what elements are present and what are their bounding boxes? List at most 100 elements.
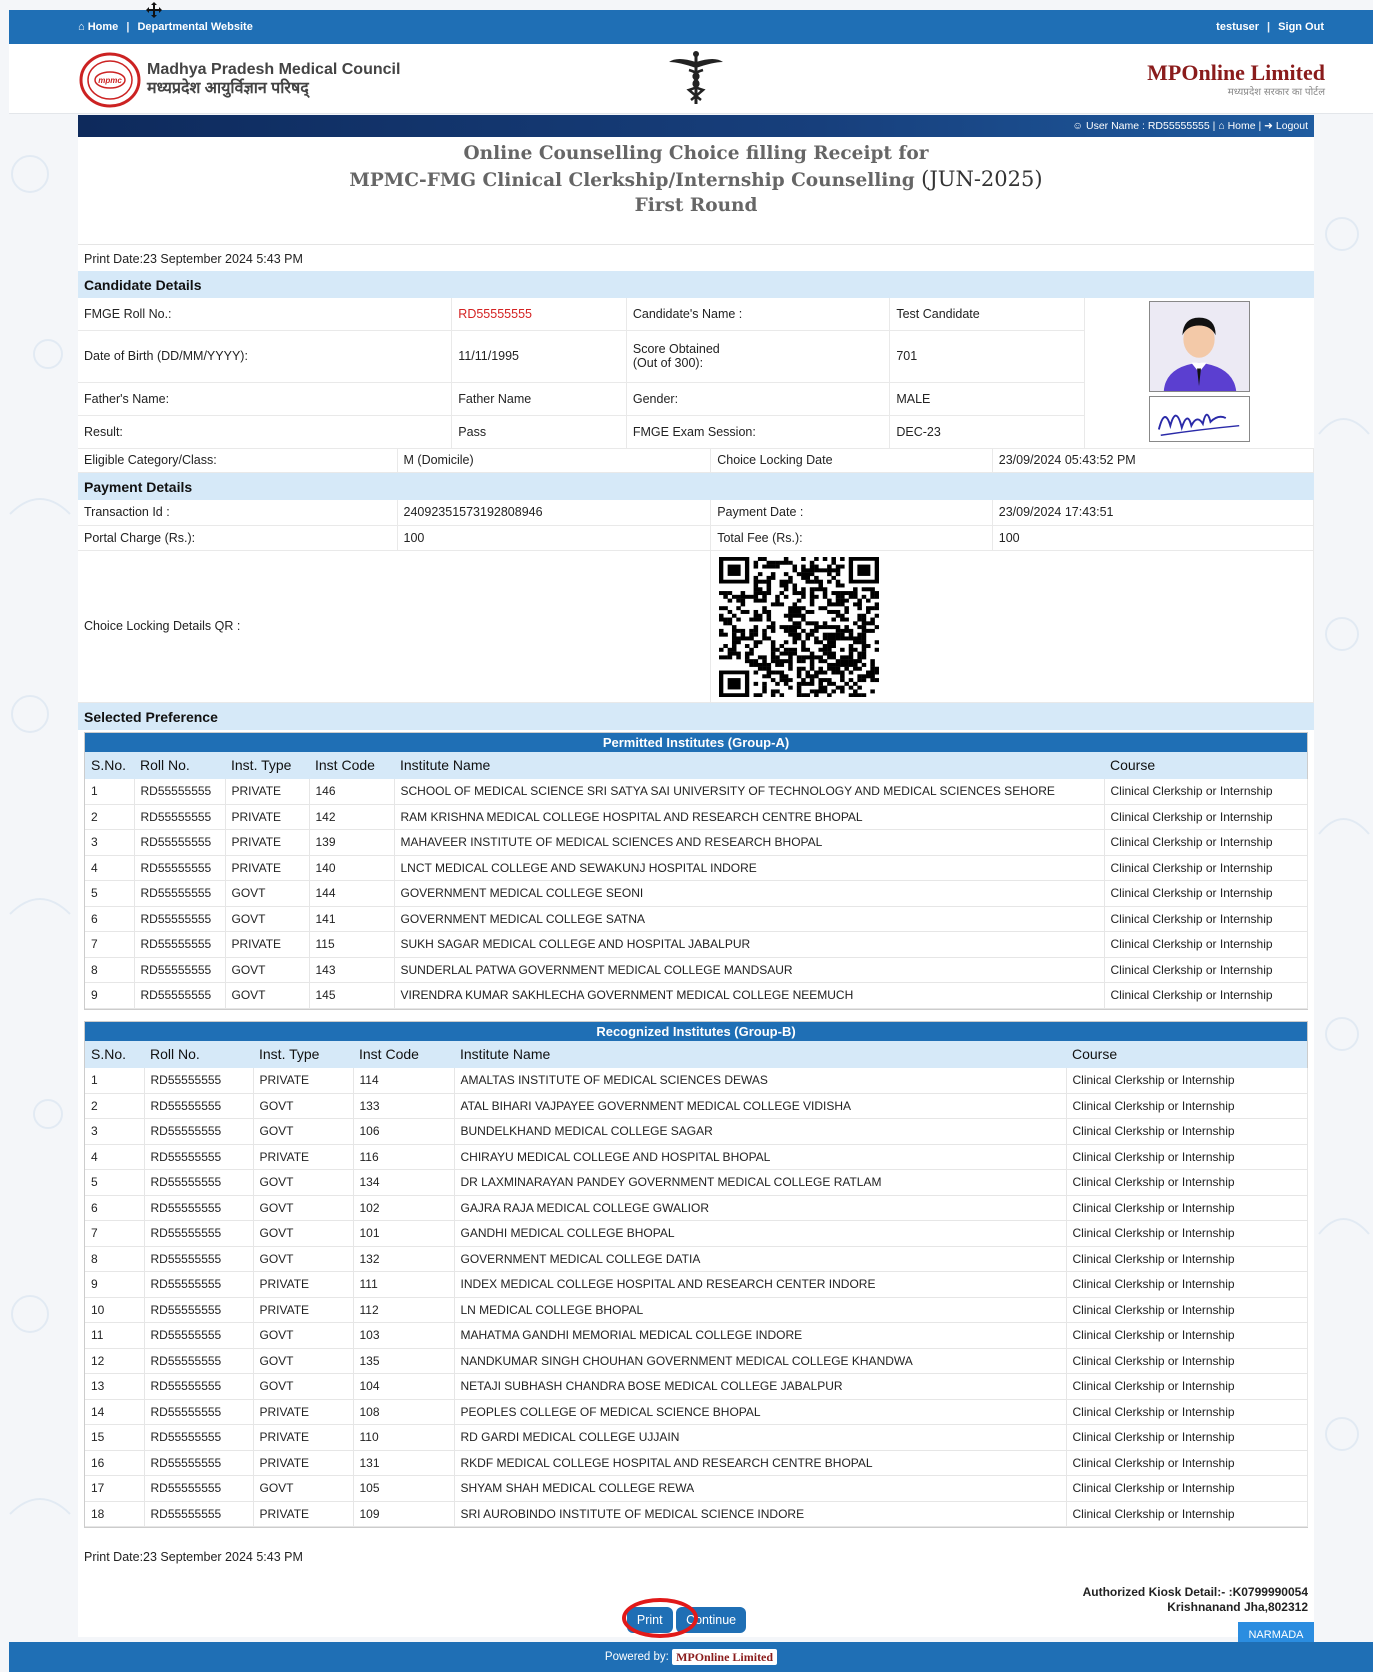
table-cell: 135	[353, 1348, 455, 1374]
table-cell: RD55555555	[134, 880, 226, 907]
table-cell: PRIVATE	[253, 1450, 354, 1476]
table-cell: 9	[85, 1271, 145, 1298]
table-cell: PRIVATE	[225, 829, 310, 856]
dob-label: Date of Birth (DD/MM/YYYY):	[78, 330, 453, 383]
print-button[interactable]: Print	[626, 1607, 673, 1633]
table-row: 6 RD55555555 GOVT 102 GAJRA RAJA MEDICAL COL…	[85, 1195, 1308, 1221]
table-cell: RD55555555	[134, 778, 226, 805]
table-row: 11 RD55555555 GOVT 103 MAHATMA GANDHI MEMORI…	[85, 1322, 1308, 1349]
table-cell: GOVT	[253, 1093, 354, 1119]
transaction-value: 24092351573192808946	[397, 500, 712, 526]
table-cell: 141	[309, 906, 395, 932]
table-cell: GOVT	[225, 957, 310, 983]
table-cell: Clinical Clerkship or Internship	[1066, 1501, 1308, 1527]
table-cell: RD55555555	[144, 1475, 254, 1502]
qr-label: Choice Locking Details QR :	[78, 550, 712, 703]
user-nav-strip: ☺ User Name : RD55555555 | ⌂ Home | ➜ Lo…	[78, 115, 1314, 137]
table-cell: PRIVATE	[253, 1424, 354, 1451]
group-a-column-header: Institute Name	[394, 751, 1104, 779]
table-cell: MAHAVEER INSTITUTE OF MEDICAL SCIENCES A…	[394, 829, 1105, 856]
mponline-logo: MPOnline Limited मध्यप्रदेश सरकार का पोर…	[1147, 60, 1325, 98]
user-link[interactable]: testuser	[1216, 21, 1259, 33]
table-cell: GOVT	[253, 1373, 354, 1400]
table-cell: 131	[353, 1450, 455, 1476]
candidate-details-heading: Candidate Details	[78, 271, 1314, 298]
score-label: Score Obtained	[632, 342, 720, 356]
gender-label: Gender:	[626, 382, 891, 416]
dob-value: 11/11/1995	[451, 330, 627, 383]
table-cell: PRIVATE	[225, 804, 310, 830]
table-cell: RD55555555	[144, 1322, 254, 1349]
title-line-2: MPMC-FMG Clinical Clerkship/Internship C…	[349, 169, 915, 191]
top-bar: ⌂ Home | Departmental Website testuser |…	[9, 10, 1373, 44]
table-cell: Clinical Clerkship or Internship	[1066, 1424, 1308, 1451]
table-cell: 109	[353, 1501, 455, 1527]
table-cell: Clinical Clerkship or Internship	[1066, 1246, 1308, 1272]
table-cell: PRIVATE	[253, 1067, 354, 1094]
table-cell: Clinical Clerkship or Internship	[1066, 1144, 1308, 1170]
home-link[interactable]: Home	[88, 21, 119, 33]
payment-date-value: 23/09/2024 17:43:51	[992, 500, 1315, 526]
table-cell: PEOPLES COLLEGE OF MEDICAL SCIENCE BHOPA…	[454, 1399, 1067, 1425]
table-cell: GOVERNMENT MEDICAL COLLEGE SEONI	[394, 880, 1105, 907]
mponline-name: MPOnline Limited	[1147, 60, 1325, 85]
table-cell: INDEX MEDICAL COLLEGE HOSPITAL AND RESEA…	[454, 1271, 1067, 1298]
table-cell: RD55555555	[134, 982, 226, 1009]
table-row: 5 RD55555555 GOVT 134 DR LAXMINARAYAN PANDEY…	[85, 1169, 1308, 1196]
table-cell: RKDF MEDICAL COLLEGE HOSPITAL AND RESEAR…	[454, 1450, 1067, 1476]
table-cell: PRIVATE	[253, 1144, 354, 1170]
group-b-column-header: Roll No.	[144, 1040, 253, 1068]
receipt-panel: ☺ User Name : RD55555555 | ⌂ Home | ➜ Lo…	[78, 115, 1315, 1637]
table-cell: 8	[85, 1246, 145, 1272]
table-cell: Clinical Clerkship or Internship	[1066, 1271, 1308, 1298]
background-pattern	[1318, 217, 1370, 1451]
table-cell: PRIVATE	[253, 1501, 354, 1527]
table-cell: 103	[353, 1322, 455, 1349]
table-cell: Clinical Clerkship or Internship	[1066, 1297, 1308, 1323]
table-cell: RAM KRISHNA MEDICAL COLLEGE HOSPITAL AND…	[394, 804, 1105, 830]
table-cell: PRIVATE	[225, 931, 310, 958]
table-cell: Clinical Clerkship or Internship	[1066, 1093, 1308, 1119]
logout-link[interactable]: Logout	[1276, 120, 1308, 132]
table-cell: 139	[309, 829, 395, 856]
table-cell: GOVT	[253, 1322, 354, 1349]
home-icon[interactable]: ⌂	[1218, 120, 1224, 132]
title-line-1: Online Counselling Choice filling Receip…	[463, 143, 929, 164]
table-cell: GOVERNMENT MEDICAL COLLEGE DATIA	[454, 1246, 1067, 1272]
group-b-table: S.No. Roll No. Inst. Type Inst Code Institut…	[85, 1040, 1308, 1528]
transaction-label: Transaction Id :	[78, 500, 398, 526]
council-name-english: Madhya Pradesh Medical Council	[147, 61, 401, 78]
user-icon: ☺	[1072, 120, 1084, 132]
group-b-column-header: Inst. Type	[253, 1040, 353, 1068]
name-value: Test Candidate	[889, 298, 1086, 331]
table-row: 4 RD55555555 PRIVATE 140 LNCT MEDICAL COLLEG…	[85, 855, 1308, 881]
table-cell: 2	[85, 804, 135, 830]
table-cell: Clinical Clerkship or Internship	[1104, 906, 1308, 932]
total-fee-value: 100	[992, 525, 1315, 551]
table-cell: CHIRAYU MEDICAL COLLEGE AND HOSPITAL BHO…	[454, 1144, 1067, 1170]
departmental-website-link[interactable]: Departmental Website	[137, 21, 252, 33]
table-cell: ATAL BIHARI VAJPAYEE GOVERNMENT MEDICAL …	[454, 1093, 1067, 1119]
table-cell: RD55555555	[144, 1093, 254, 1119]
group-a-title: Permitted Institutes (Group-A)	[85, 732, 1307, 752]
table-cell: 2	[85, 1093, 145, 1119]
logout-icon[interactable]: ➜	[1264, 120, 1273, 132]
table-cell: Clinical Clerkship or Internship	[1066, 1348, 1308, 1374]
table-cell: PRIVATE	[225, 855, 310, 881]
nav-home-link[interactable]: Home |	[1228, 120, 1262, 132]
continue-button[interactable]: Continue	[676, 1607, 747, 1633]
table-cell: DR LAXMINARAYAN PANDEY GOVERNMENT MEDICA…	[454, 1169, 1067, 1196]
sign-out-link[interactable]: Sign Out	[1278, 21, 1324, 33]
move-cursor-icon	[146, 2, 162, 18]
table-cell: 15	[85, 1424, 145, 1451]
table-row: 3 RD55555555 PRIVATE 139 MAHAVEER INSTITUTE …	[85, 829, 1308, 856]
choice-locking-qr-code	[719, 556, 880, 697]
table-cell: RD55555555	[144, 1195, 254, 1221]
home-icon[interactable]: ⌂	[78, 21, 85, 33]
father-label: Father's Name:	[78, 382, 453, 416]
table-row: 10 RD55555555 PRIVATE 112 LN MEDICAL COLLEGE…	[85, 1297, 1308, 1323]
table-cell: RD55555555	[144, 1169, 254, 1196]
table-cell: RD55555555	[144, 1424, 254, 1451]
table-cell: RD55555555	[144, 1220, 254, 1247]
print-date: Print Date:23 September 2024 5:43 PM	[84, 252, 303, 266]
